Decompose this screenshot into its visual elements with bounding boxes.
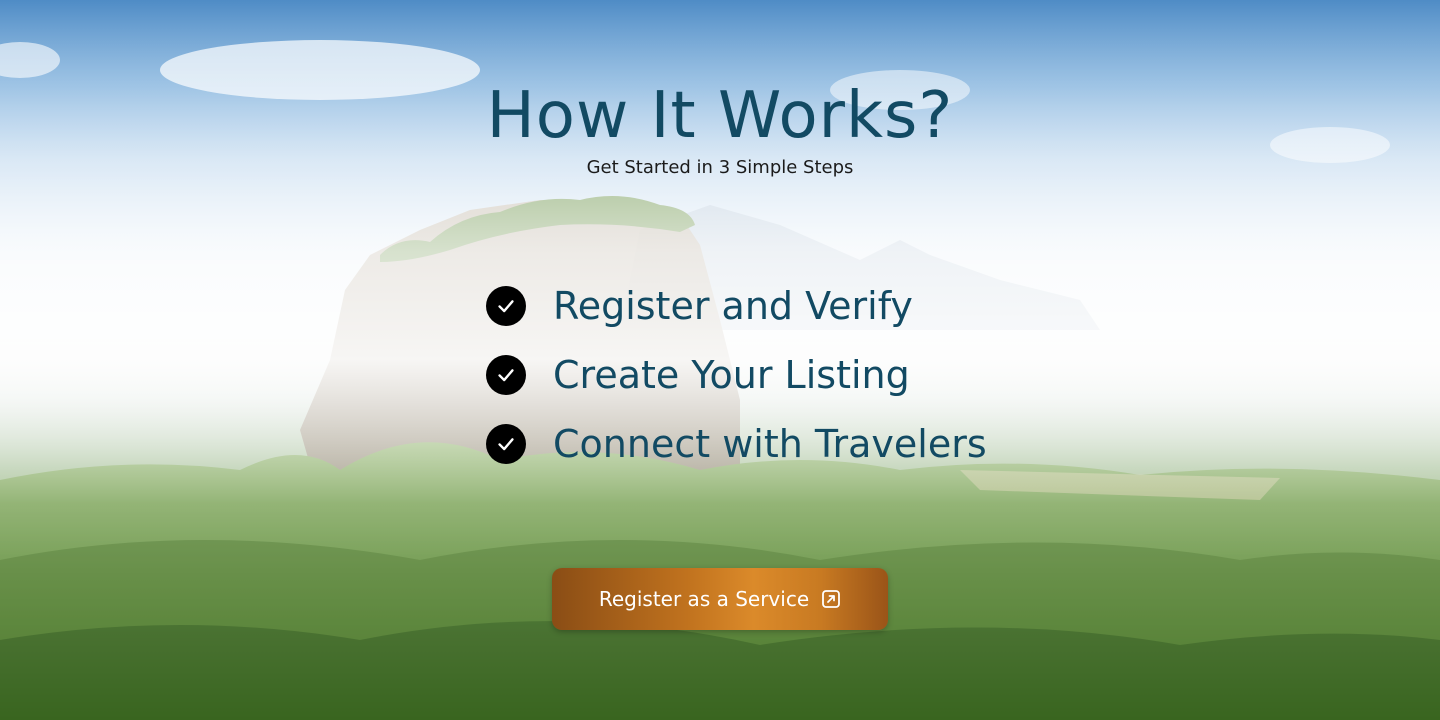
register-service-button-label: Register as a Service	[598, 587, 810, 611]
check-icon	[486, 286, 526, 326]
check-icon	[486, 355, 526, 395]
step-item-listing: Create Your Listing	[486, 351, 1006, 399]
step-item-register: Register and Verify	[486, 282, 1006, 330]
hero-section: How It Works? Get Started in 3 Simple St…	[0, 0, 1440, 720]
step-label: Register and Verify	[553, 284, 913, 328]
page-subtitle: Get Started in 3 Simple Steps	[586, 157, 854, 178]
step-item-connect: Connect with Travelers	[486, 420, 1006, 468]
content-overlay: How It Works? Get Started in 3 Simple St…	[0, 0, 1440, 720]
external-link-icon	[821, 589, 841, 609]
steps-list: Register and Verify Create Your Listing …	[486, 282, 1006, 489]
check-icon	[486, 424, 526, 464]
step-label: Connect with Travelers	[553, 422, 987, 466]
step-label: Create Your Listing	[553, 353, 910, 397]
register-service-button[interactable]: Register as a Service	[552, 568, 888, 630]
page-title: How It Works?	[486, 79, 954, 153]
